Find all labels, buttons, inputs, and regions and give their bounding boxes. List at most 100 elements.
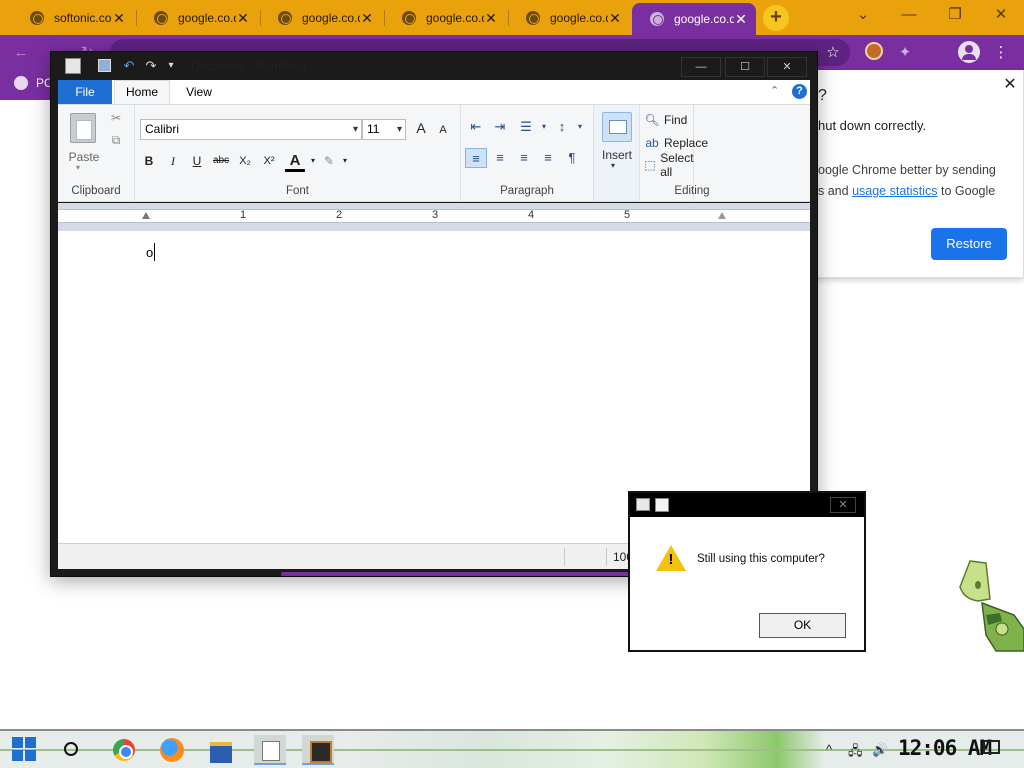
usage-statistics-link[interactable]: usage statistics	[852, 184, 937, 198]
paste-label[interactable]: Paste	[64, 150, 104, 164]
undo-icon[interactable]: ↶	[121, 58, 137, 74]
paragraph-settings-icon[interactable]: ¶	[561, 148, 583, 168]
tab-title: google.co.d	[302, 11, 360, 25]
line-spacing-dropdown-icon[interactable]: ▾	[569, 117, 591, 137]
bookmark-item[interactable]: PC	[14, 76, 53, 90]
right-indent-marker[interactable]	[718, 212, 726, 219]
browser-tab-active[interactable]: google.co.d ✕	[632, 3, 756, 35]
extensions-icon[interactable]: ✦	[894, 42, 916, 64]
browser-tab[interactable]: google.co.d ✕	[384, 4, 506, 32]
highlight-dropdown-icon[interactable]: ▾	[335, 152, 355, 170]
help-icon[interactable]: ?	[792, 84, 807, 99]
restore-window-button[interactable]: ❐	[940, 6, 970, 26]
tab-file[interactable]: File	[58, 80, 112, 104]
paste-dropdown-icon[interactable]: ▾	[76, 163, 80, 172]
back-icon[interactable]: ←	[10, 42, 32, 64]
close-button[interactable]: ✕	[767, 57, 807, 77]
customize-qat-icon[interactable]: ▾	[163, 58, 179, 74]
bookmark-star-icon[interactable]: ☆	[822, 42, 844, 64]
align-center-icon[interactable]: ≡	[489, 148, 511, 168]
wordpad-app-icon[interactable]	[65, 58, 81, 74]
tab-title: google.co.d	[178, 11, 236, 25]
underline-button[interactable]: U	[187, 152, 207, 170]
close-icon[interactable]: ✕	[1001, 74, 1019, 94]
replace-button[interactable]: ab Replace	[644, 134, 708, 152]
browser-tab[interactable]: google.co.d ✕	[260, 4, 382, 32]
desktop-mascot-character[interactable]	[956, 555, 1024, 655]
superscript-button[interactable]: X²	[259, 152, 279, 170]
ruler-number: 5	[624, 209, 631, 221]
tab-title: softonic.co	[54, 11, 112, 25]
tab-search-icon[interactable]: ⌄	[848, 6, 878, 26]
start-button[interactable]	[12, 737, 38, 763]
shrink-font-button[interactable]: A	[433, 121, 453, 139]
browser-tab[interactable]: google.co.d ✕	[508, 4, 630, 32]
new-tab-button[interactable]: +	[763, 5, 789, 31]
minimize-button[interactable]: —	[894, 6, 924, 26]
network-icon[interactable]: 🖧	[848, 742, 863, 764]
restore-message: hut down correctly.	[818, 118, 927, 133]
redo-icon[interactable]: ↷	[143, 58, 159, 74]
minimize-button[interactable]: —	[681, 57, 721, 77]
firefox-taskbar-icon[interactable]	[156, 735, 188, 765]
ribbon-tabs: File Home View ⌃ ?	[58, 80, 810, 105]
menu-icon[interactable]: ⋮	[990, 42, 1012, 64]
tab-close-icon[interactable]: ✕	[360, 10, 374, 27]
profile-icon[interactable]	[958, 41, 980, 63]
cortana-search-icon[interactable]	[64, 742, 78, 756]
tab-view[interactable]: View	[172, 80, 226, 104]
ruler-number: 2	[336, 209, 343, 221]
warning-mark: !	[668, 551, 674, 568]
volume-icon[interactable]: 🔊	[872, 742, 888, 758]
notification-center-icon[interactable]	[983, 740, 1000, 754]
windows-logo-pane	[25, 750, 36, 761]
restore-button[interactable]: Restore	[931, 228, 1007, 260]
font-family-select[interactable]: Calibri	[140, 119, 362, 140]
clock[interactable]: 12:06 AM	[898, 736, 992, 760]
paste-icon[interactable]	[70, 113, 96, 143]
tab-close-icon[interactable]: ✕	[484, 10, 498, 27]
tray-chevron-icon[interactable]: ^	[826, 742, 832, 757]
first-line-indent-marker[interactable]	[142, 212, 150, 219]
chrome-taskbar-icon[interactable]	[108, 735, 140, 765]
font-size-select[interactable]: 11	[362, 119, 406, 140]
select-all-button[interactable]: ⬚ Select all	[644, 151, 697, 179]
strikethrough-button[interactable]: abc	[209, 152, 233, 170]
grow-font-button[interactable]: A	[411, 119, 431, 137]
font-color-button[interactable]: A	[285, 152, 305, 172]
italic-button[interactable]: I	[163, 152, 183, 170]
browser-tab[interactable]: softonic.co ✕	[12, 4, 134, 32]
ok-button[interactable]: OK	[759, 613, 846, 638]
tab-close-icon[interactable]: ✕	[112, 10, 126, 27]
tab-close-icon[interactable]: ✕	[734, 11, 748, 28]
dialog-taskbar-icon[interactable]	[302, 735, 334, 765]
decrease-indent-icon[interactable]: ⇤	[465, 117, 487, 137]
save-icon[interactable]	[97, 58, 113, 74]
tab-close-icon[interactable]: ✕	[608, 10, 622, 27]
copy-icon[interactable]: ⧉	[108, 133, 124, 148]
windows-logo-pane	[12, 737, 23, 748]
justify-icon[interactable]: ≡	[537, 148, 559, 168]
clipboard-group: Paste ▾ ✂ ⧉ Clipboard	[58, 105, 135, 201]
file-explorer-taskbar-icon[interactable]	[205, 735, 237, 765]
extension-avatar-icon[interactable]	[865, 42, 883, 60]
dialog-titlebar: ✕	[630, 493, 864, 517]
tab-title: google.co.d	[674, 12, 734, 26]
collapse-ribbon-icon[interactable]: ⌃	[770, 84, 779, 97]
tab-close-icon[interactable]: ✕	[236, 10, 250, 27]
increase-indent-icon[interactable]: ⇥	[489, 117, 511, 137]
tab-home[interactable]: Home	[114, 80, 170, 105]
browser-tab[interactable]: google.co.d ✕	[136, 4, 258, 32]
group-label: Clipboard	[71, 185, 121, 197]
find-button[interactable]: 🔍︎ Find	[644, 111, 687, 129]
cut-icon[interactable]: ✂	[108, 111, 124, 125]
globe-icon	[526, 11, 540, 25]
maximize-button[interactable]: ☐	[725, 57, 765, 77]
close-button[interactable]: ✕	[830, 497, 856, 513]
wordpad-taskbar-icon[interactable]	[254, 735, 286, 765]
close-window-button[interactable]: ✕	[986, 6, 1016, 26]
align-left-icon[interactable]: ≡	[465, 148, 487, 168]
align-right-icon[interactable]: ≡	[513, 148, 535, 168]
bold-button[interactable]: B	[139, 152, 159, 170]
subscript-button[interactable]: X₂	[235, 152, 255, 170]
